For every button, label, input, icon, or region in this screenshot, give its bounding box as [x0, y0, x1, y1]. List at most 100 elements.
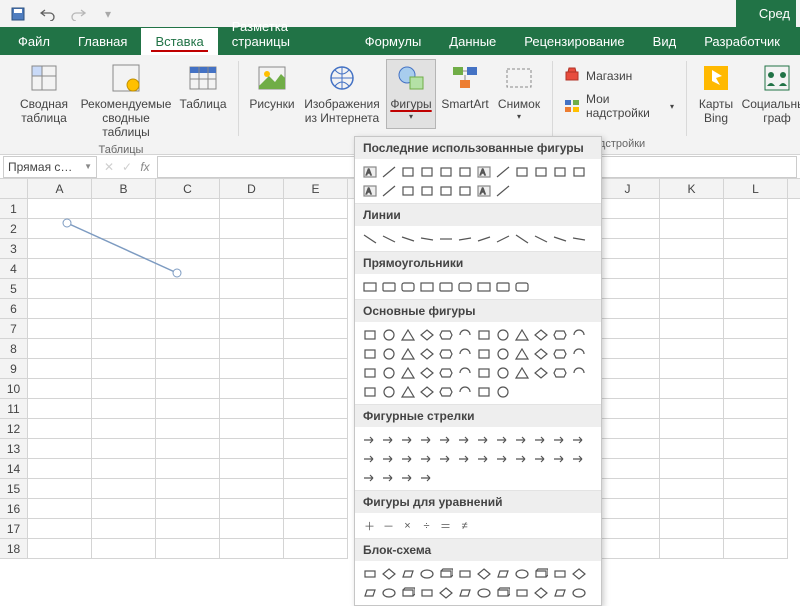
- shape-item[interactable]: [551, 163, 568, 180]
- cell[interactable]: [596, 499, 660, 519]
- cell[interactable]: [92, 539, 156, 559]
- col-header[interactable]: K: [660, 179, 724, 198]
- shape-item[interactable]: [380, 230, 397, 247]
- row-header[interactable]: 4: [0, 259, 28, 279]
- tab-formulas[interactable]: Формулы: [351, 28, 436, 55]
- cell[interactable]: [596, 399, 660, 419]
- shape-item[interactable]: [437, 364, 454, 381]
- bingmaps-button[interactable]: Карты Bing: [694, 59, 738, 129]
- pivottable-button[interactable]: Сводная таблица: [12, 59, 76, 142]
- shape-item[interactable]: [399, 182, 416, 199]
- shape-item[interactable]: [437, 182, 454, 199]
- row-header[interactable]: 2: [0, 219, 28, 239]
- shape-item[interactable]: A: [361, 163, 378, 180]
- cell[interactable]: [724, 299, 788, 319]
- cell[interactable]: [660, 339, 724, 359]
- drawn-line-shape[interactable]: [62, 215, 192, 285]
- cell[interactable]: [284, 379, 348, 399]
- shape-item[interactable]: [418, 431, 435, 448]
- cell[interactable]: [220, 519, 284, 539]
- cell[interactable]: [596, 439, 660, 459]
- row-header[interactable]: 1: [0, 199, 28, 219]
- row-header[interactable]: 14: [0, 459, 28, 479]
- shape-item[interactable]: A: [361, 182, 378, 199]
- shape-item[interactable]: [361, 450, 378, 467]
- cell[interactable]: [92, 339, 156, 359]
- shape-item[interactable]: [418, 584, 435, 601]
- shape-item[interactable]: [456, 345, 473, 362]
- cell[interactable]: [660, 219, 724, 239]
- shape-item[interactable]: [475, 450, 492, 467]
- cell[interactable]: [660, 299, 724, 319]
- shape-item[interactable]: [494, 278, 511, 295]
- shape-item[interactable]: [532, 584, 549, 601]
- cell[interactable]: [28, 359, 92, 379]
- tab-developer[interactable]: Разработчик: [690, 28, 794, 55]
- cell[interactable]: [596, 239, 660, 259]
- cell[interactable]: [220, 499, 284, 519]
- shape-item[interactable]: [494, 431, 511, 448]
- col-header[interactable]: A: [28, 179, 92, 198]
- tab-view[interactable]: Вид: [639, 28, 691, 55]
- cell[interactable]: [220, 379, 284, 399]
- shape-item[interactable]: [399, 383, 416, 400]
- name-box[interactable]: Прямая с… ▼: [3, 156, 97, 178]
- row-header[interactable]: 13: [0, 439, 28, 459]
- cell[interactable]: [156, 519, 220, 539]
- cell[interactable]: [156, 339, 220, 359]
- cell[interactable]: [284, 359, 348, 379]
- cell[interactable]: [92, 479, 156, 499]
- shape-item[interactable]: [532, 230, 549, 247]
- cell[interactable]: [724, 499, 788, 519]
- col-header[interactable]: B: [92, 179, 156, 198]
- shape-item[interactable]: [437, 450, 454, 467]
- shape-item[interactable]: [456, 230, 473, 247]
- shape-item[interactable]: [456, 182, 473, 199]
- shape-item[interactable]: [532, 364, 549, 381]
- shape-item[interactable]: [494, 584, 511, 601]
- cell[interactable]: [28, 519, 92, 539]
- cell[interactable]: [156, 419, 220, 439]
- cell[interactable]: [220, 359, 284, 379]
- shape-item[interactable]: A: [475, 163, 492, 180]
- shape-item[interactable]: [551, 230, 568, 247]
- shape-item[interactable]: [551, 364, 568, 381]
- shape-item[interactable]: [418, 345, 435, 362]
- cell[interactable]: [660, 259, 724, 279]
- row-header[interactable]: 9: [0, 359, 28, 379]
- shapes-button[interactable]: Фигуры ▾: [386, 59, 436, 129]
- shape-item[interactable]: [456, 163, 473, 180]
- cell[interactable]: [284, 319, 348, 339]
- cell[interactable]: [284, 439, 348, 459]
- cell[interactable]: [660, 379, 724, 399]
- cell[interactable]: [92, 359, 156, 379]
- shape-item[interactable]: [551, 431, 568, 448]
- shape-item[interactable]: [456, 383, 473, 400]
- shape-item[interactable]: [380, 326, 397, 343]
- cell[interactable]: [284, 479, 348, 499]
- shape-item[interactable]: ＋: [361, 517, 378, 534]
- cell[interactable]: [724, 199, 788, 219]
- cell[interactable]: [596, 299, 660, 319]
- shape-item[interactable]: [437, 278, 454, 295]
- cell[interactable]: [28, 319, 92, 339]
- shape-item[interactable]: [418, 326, 435, 343]
- shape-item[interactable]: [494, 383, 511, 400]
- cell[interactable]: [156, 399, 220, 419]
- cell[interactable]: [724, 319, 788, 339]
- cell[interactable]: [284, 399, 348, 419]
- cell[interactable]: [156, 479, 220, 499]
- cell[interactable]: [284, 339, 348, 359]
- row-header[interactable]: 10: [0, 379, 28, 399]
- cell[interactable]: [724, 339, 788, 359]
- shape-item[interactable]: [399, 326, 416, 343]
- shape-item[interactable]: [399, 163, 416, 180]
- cell[interactable]: [724, 479, 788, 499]
- shape-item[interactable]: [437, 584, 454, 601]
- shape-item[interactable]: [494, 163, 511, 180]
- cell[interactable]: [724, 279, 788, 299]
- shape-item[interactable]: [475, 278, 492, 295]
- cell[interactable]: [724, 259, 788, 279]
- cell[interactable]: [660, 519, 724, 539]
- tab-pagelayout[interactable]: Разметка страницы: [218, 13, 351, 55]
